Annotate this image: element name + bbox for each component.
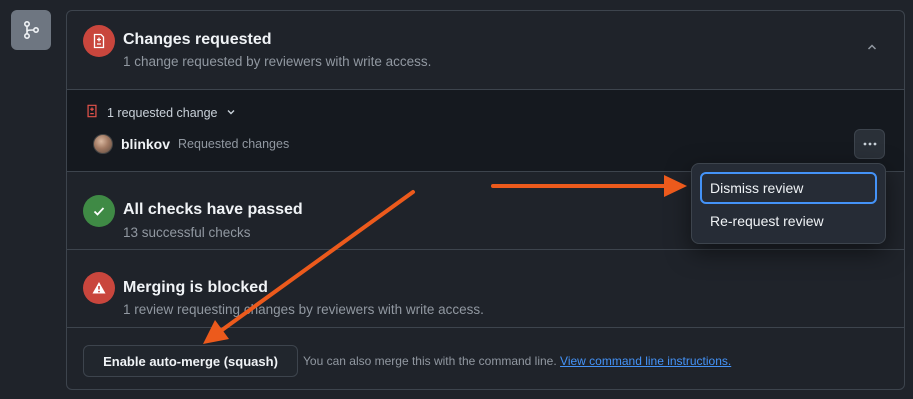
merge-section: Enable auto-merge (squash) You can also …	[67, 327, 904, 389]
reviewer-row: blinkov Requested changes	[93, 134, 289, 154]
merge-hint-text: You can also merge this with the command…	[303, 354, 557, 368]
changes-requested-subtitle: 1 change requested by reviewers with wri…	[123, 54, 432, 69]
requested-changes-section: 1 requested change blinkov Requested cha…	[67, 89, 904, 171]
dismiss-review-menu-item[interactable]: Dismiss review	[700, 172, 877, 204]
avatar[interactable]	[93, 134, 113, 154]
alert-icon	[83, 272, 115, 304]
file-diff-icon	[85, 104, 99, 121]
reviewer-name[interactable]: blinkov	[121, 136, 170, 152]
review-options-button[interactable]	[854, 129, 885, 159]
review-options-menu: Dismiss review Re-request review	[691, 163, 886, 244]
reviewer-status: Requested changes	[178, 137, 290, 151]
changes-requested-title: Changes requested	[123, 31, 272, 48]
kebab-horizontal-icon	[863, 142, 876, 146]
check-icon	[83, 195, 115, 227]
blocked-subtitle: 1 review requesting changes by reviewers…	[123, 302, 484, 317]
requested-change-toggle[interactable]: 1 requested change	[85, 104, 236, 121]
chevron-down-icon	[226, 106, 236, 120]
enable-auto-merge-button[interactable]: Enable auto-merge (squash)	[83, 345, 298, 377]
blocked-title: Merging is blocked	[123, 279, 268, 296]
merge-hint: You can also merge this with the command…	[303, 354, 731, 368]
requested-change-label: 1 requested change	[107, 105, 218, 120]
blocked-section: Merging is blocked 1 review requesting c…	[67, 249, 904, 327]
re-request-review-menu-item[interactable]: Re-request review	[700, 205, 877, 237]
command-line-instructions-link[interactable]: View command line instructions.	[560, 354, 731, 368]
git-branch-icon	[11, 10, 51, 50]
git-branch-glyph	[23, 20, 40, 40]
chevron-up-icon[interactable]	[864, 39, 880, 55]
checks-subtitle: 13 successful checks	[123, 225, 251, 240]
changes-requested-section[interactable]: Changes requested 1 change requested by …	[67, 11, 904, 89]
checks-title: All checks have passed	[123, 201, 303, 218]
file-diff-icon	[83, 25, 115, 57]
